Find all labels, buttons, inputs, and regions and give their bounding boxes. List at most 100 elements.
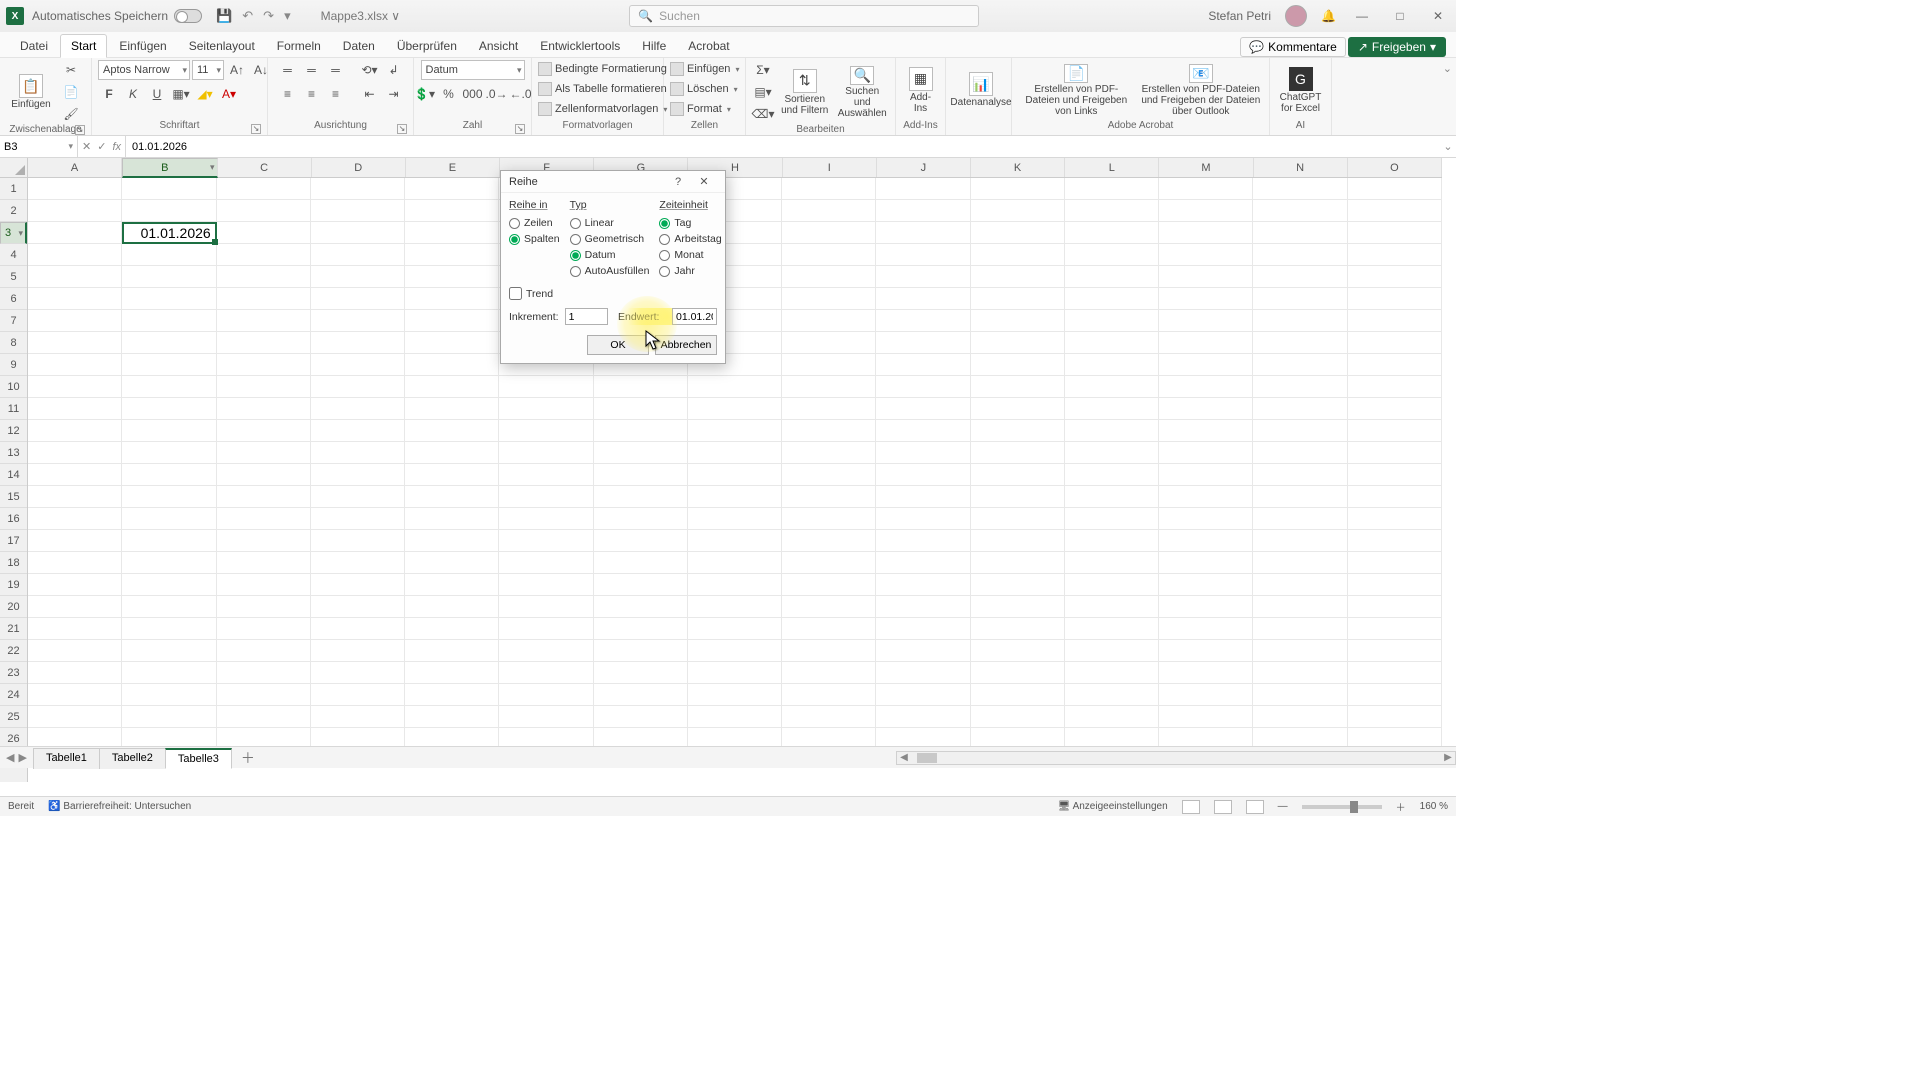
cell[interactable] xyxy=(971,618,1065,640)
cell[interactable] xyxy=(217,662,311,684)
cell[interactable] xyxy=(1348,222,1442,244)
cell[interactable] xyxy=(1159,310,1253,332)
cell[interactable] xyxy=(122,178,216,200)
cell[interactable] xyxy=(28,640,122,662)
chatgpt-button[interactable]: GChatGPT for Excel xyxy=(1276,62,1325,118)
cell[interactable] xyxy=(28,442,122,464)
cell[interactable] xyxy=(782,596,876,618)
cell[interactable] xyxy=(28,508,122,530)
cell[interactable] xyxy=(28,244,122,266)
cell[interactable] xyxy=(971,508,1065,530)
cell[interactable] xyxy=(28,596,122,618)
indent-increase-icon[interactable]: ⇥ xyxy=(383,84,405,104)
cell[interactable] xyxy=(1253,332,1347,354)
minimize-button[interactable]: — xyxy=(1350,9,1374,23)
cell[interactable] xyxy=(971,640,1065,662)
cell[interactable] xyxy=(688,420,782,442)
cell[interactable] xyxy=(1348,398,1442,420)
align-middle-icon[interactable]: ═ xyxy=(301,60,323,80)
cell[interactable] xyxy=(311,508,405,530)
row-header[interactable]: 18 xyxy=(0,552,27,574)
cell[interactable] xyxy=(1159,332,1253,354)
cell[interactable] xyxy=(405,464,499,486)
cell[interactable] xyxy=(405,420,499,442)
cell[interactable] xyxy=(311,486,405,508)
cell[interactable] xyxy=(1348,574,1442,596)
fill-icon[interactable]: ▤▾ xyxy=(752,82,774,102)
row-header[interactable]: 5 xyxy=(0,266,27,288)
sheet-prev-icon[interactable]: ◀ xyxy=(6,751,14,764)
cell[interactable] xyxy=(782,354,876,376)
cancel-button[interactable]: Abbrechen xyxy=(655,335,717,355)
tab-formeln[interactable]: Formeln xyxy=(267,35,331,57)
radio-linear[interactable]: Linear xyxy=(570,215,650,231)
cell[interactable] xyxy=(1348,266,1442,288)
cell[interactable] xyxy=(1253,662,1347,684)
cell[interactable] xyxy=(122,376,216,398)
radio-columns[interactable]: Spalten xyxy=(509,231,560,247)
share-button[interactable]: ↗ Freigeben ▾ xyxy=(1348,37,1446,57)
cell[interactable] xyxy=(1253,398,1347,420)
cell[interactable] xyxy=(217,288,311,310)
cell[interactable] xyxy=(971,486,1065,508)
cell[interactable] xyxy=(122,640,216,662)
cell[interactable] xyxy=(594,464,688,486)
cell[interactable] xyxy=(1065,266,1159,288)
cell[interactable] xyxy=(122,420,216,442)
cell[interactable]: 01.01.2026 xyxy=(122,222,216,244)
cell[interactable] xyxy=(1159,706,1253,728)
cell[interactable] xyxy=(28,574,122,596)
zoom-slider[interactable] xyxy=(1302,805,1382,809)
cell[interactable] xyxy=(217,706,311,728)
add-sheet-button[interactable]: ＋ xyxy=(231,748,265,768)
cell[interactable] xyxy=(876,354,970,376)
delete-cells-button[interactable]: Löschen▾ xyxy=(670,80,738,98)
cell[interactable] xyxy=(1159,684,1253,706)
cell[interactable] xyxy=(1253,706,1347,728)
row-header[interactable]: 16 xyxy=(0,508,27,530)
cell[interactable] xyxy=(28,200,122,222)
cell[interactable] xyxy=(1253,574,1347,596)
tab-überprüfen[interactable]: Überprüfen xyxy=(387,35,467,57)
cell[interactable] xyxy=(405,376,499,398)
format-as-table-button[interactable]: Als Tabelle formatieren▾ xyxy=(538,80,676,98)
border-icon[interactable]: ▦▾ xyxy=(170,84,192,104)
cell[interactable] xyxy=(28,684,122,706)
cell[interactable] xyxy=(1348,684,1442,706)
cell[interactable] xyxy=(971,596,1065,618)
ok-button[interactable]: OK xyxy=(587,335,649,355)
cell[interactable] xyxy=(1065,398,1159,420)
cell[interactable] xyxy=(28,706,122,728)
cell[interactable] xyxy=(594,530,688,552)
cell[interactable] xyxy=(405,178,499,200)
sheet-next-icon[interactable]: ▶ xyxy=(18,751,26,764)
cell[interactable] xyxy=(217,618,311,640)
font-color-icon[interactable]: A▾ xyxy=(218,84,240,104)
cell[interactable] xyxy=(217,332,311,354)
cell[interactable] xyxy=(782,574,876,596)
cell[interactable] xyxy=(122,266,216,288)
cell[interactable] xyxy=(594,640,688,662)
cell[interactable] xyxy=(405,222,499,244)
cell[interactable] xyxy=(876,530,970,552)
cell[interactable] xyxy=(594,596,688,618)
column-header[interactable]: B xyxy=(122,158,217,178)
cell[interactable] xyxy=(1253,464,1347,486)
row-header[interactable]: 25 xyxy=(0,706,27,728)
cell[interactable] xyxy=(405,618,499,640)
cell[interactable] xyxy=(1253,200,1347,222)
cell[interactable] xyxy=(311,244,405,266)
cell[interactable] xyxy=(594,442,688,464)
find-select-button[interactable]: 🔍Suchen und Auswählen xyxy=(836,64,890,120)
tab-start[interactable]: Start xyxy=(60,34,107,58)
copy-icon[interactable]: 📄 xyxy=(60,82,82,102)
cell[interactable] xyxy=(782,420,876,442)
cell[interactable] xyxy=(876,420,970,442)
cell[interactable] xyxy=(1065,684,1159,706)
cell[interactable] xyxy=(688,596,782,618)
cell[interactable] xyxy=(405,552,499,574)
align-left-icon[interactable]: ≡ xyxy=(277,84,299,104)
cell[interactable] xyxy=(971,222,1065,244)
cell[interactable] xyxy=(1348,200,1442,222)
search-box[interactable]: 🔍 Suchen xyxy=(629,5,979,27)
